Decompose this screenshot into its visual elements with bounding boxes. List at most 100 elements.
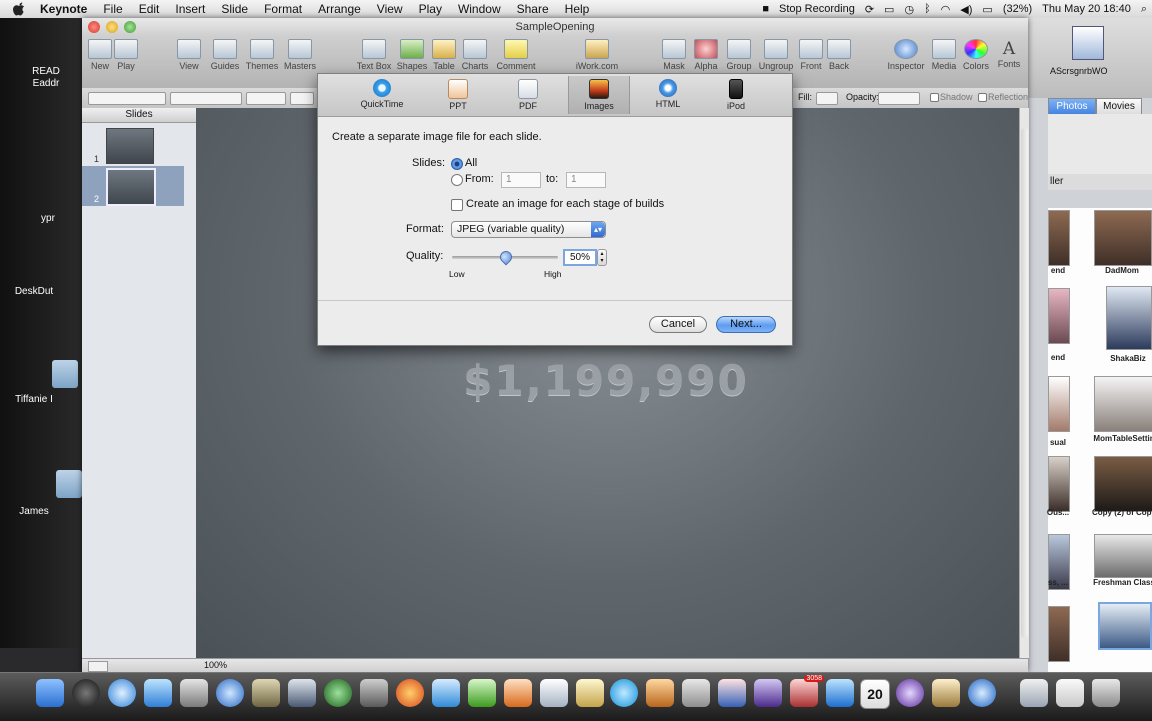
from-field[interactable]: 1 xyxy=(501,172,541,188)
toolbar-guides-button[interactable]: Guides xyxy=(208,39,242,71)
system-preferences-icon[interactable] xyxy=(360,679,388,707)
bluetooth-icon[interactable]: ᛒ xyxy=(919,3,936,15)
pages-icon[interactable] xyxy=(576,679,604,707)
tab-quicktime[interactable]: QuickTime xyxy=(352,76,412,114)
toolbar-shapes-button[interactable]: Shapes xyxy=(396,39,428,71)
photo-thumb[interactable] xyxy=(1094,456,1152,512)
vertical-scrollbar[interactable] xyxy=(1019,108,1029,658)
calendar-icon[interactable]: 20 xyxy=(860,679,890,709)
photo-thumb[interactable] xyxy=(1048,288,1070,344)
word-icon[interactable] xyxy=(432,679,460,707)
shadow-checkbox[interactable] xyxy=(930,93,939,102)
builds-checkbox[interactable] xyxy=(451,199,463,211)
clock[interactable]: Thu May 20 18:40 xyxy=(1037,3,1136,15)
text-color-well[interactable] xyxy=(290,92,314,105)
menu-play[interactable]: Play xyxy=(411,2,450,16)
menu-file[interactable]: File xyxy=(95,2,130,16)
menu-format[interactable]: Format xyxy=(256,2,310,16)
scroll-thumb[interactable] xyxy=(1021,128,1028,638)
finder-icon[interactable] xyxy=(36,679,64,707)
cancel-button[interactable]: Cancel xyxy=(649,316,707,333)
toolbar-ungroup-button[interactable]: Ungroup xyxy=(756,39,796,71)
firefox-icon[interactable] xyxy=(396,679,424,707)
iphoto-icon[interactable] xyxy=(252,679,280,707)
toolbar-table-button[interactable]: Table xyxy=(430,39,458,71)
sync-icon[interactable]: ⟳ xyxy=(860,3,879,16)
toolbar-inspector-button[interactable]: Inspector xyxy=(886,39,926,71)
reflection-checkbox[interactable] xyxy=(978,93,987,102)
tab-ppt[interactable]: PPT xyxy=(428,76,488,114)
toolbar-back-button[interactable]: Back xyxy=(826,39,852,71)
itunes-icon[interactable] xyxy=(216,679,244,707)
desktop-item-label[interactable]: James xyxy=(0,506,74,517)
font-family-popup[interactable] xyxy=(170,92,242,105)
numbers-icon[interactable] xyxy=(540,679,568,707)
toolbar-charts-button[interactable]: Charts xyxy=(460,39,490,71)
photo-thumb[interactable] xyxy=(1094,534,1152,578)
slides-all-label[interactable]: All xyxy=(465,157,477,169)
next-button[interactable]: Next... xyxy=(716,316,776,333)
ichat-icon[interactable] xyxy=(144,679,172,707)
downloads-stack-icon[interactable] xyxy=(1020,679,1048,707)
safari-icon[interactable] xyxy=(108,679,136,707)
toolbar-media-button[interactable]: Media xyxy=(930,39,958,71)
battery-percent[interactable]: (32%) xyxy=(998,3,1037,15)
tab-ipod[interactable]: iPod xyxy=(706,76,766,114)
photo-thumb[interactable] xyxy=(1094,210,1152,266)
menu-insert[interactable]: Insert xyxy=(167,2,213,16)
toolbar-front-button[interactable]: Front xyxy=(798,39,824,71)
apple-menu-icon[interactable] xyxy=(12,2,26,16)
quality-field[interactable]: 50% xyxy=(563,249,597,266)
toolbar-play-button[interactable]: Play xyxy=(112,39,140,71)
display-icon[interactable]: ▭ xyxy=(879,3,899,16)
app-icon[interactable] xyxy=(754,679,782,707)
fill-color-well[interactable] xyxy=(816,92,838,105)
toolbar-iwork-button[interactable]: iWork.com xyxy=(574,39,620,71)
toolbar-colors-button[interactable]: Colors xyxy=(960,39,992,71)
zoom-window-icon[interactable] xyxy=(124,21,136,33)
slide-price-text[interactable]: $1,199,990 xyxy=(436,356,776,405)
record-icon[interactable]: ■ xyxy=(757,3,774,15)
menu-app-keynote[interactable]: Keynote xyxy=(32,2,95,16)
stop-recording-label[interactable]: Stop Recording xyxy=(774,3,860,15)
desktop-item-label[interactable]: Eaddr xyxy=(6,78,86,89)
toolbar-mask-button[interactable]: Mask xyxy=(660,39,688,71)
toolbar-masters-button[interactable]: Masters xyxy=(282,39,318,71)
volume-icon[interactable]: ◀) xyxy=(955,3,977,16)
menu-edit[interactable]: Edit xyxy=(131,2,168,16)
desktop-item-label[interactable]: DeskDut xyxy=(0,286,74,297)
photo-thumb[interactable] xyxy=(1048,210,1070,266)
quality-slider-knob[interactable] xyxy=(497,248,515,266)
zoom-level[interactable]: 100% xyxy=(204,660,227,670)
powerpoint-icon[interactable] xyxy=(504,679,532,707)
toolbar-themes-button[interactable]: Themes xyxy=(244,39,280,71)
quicktime-dock-icon[interactable] xyxy=(968,679,996,707)
trash-icon[interactable] xyxy=(1092,679,1120,707)
view-mode-popup[interactable] xyxy=(88,661,108,672)
dashboard-icon[interactable] xyxy=(72,679,100,707)
menu-help[interactable]: Help xyxy=(557,2,598,16)
minimize-window-icon[interactable] xyxy=(106,21,118,33)
slide-thumbnail[interactable] xyxy=(106,128,154,164)
itunes-alt-icon[interactable] xyxy=(896,679,924,707)
excel-icon[interactable] xyxy=(468,679,496,707)
mail-icon[interactable] xyxy=(180,679,208,707)
toolbar-view-button[interactable]: View xyxy=(174,39,204,71)
app-store-icon[interactable]: 3058 xyxy=(790,675,824,707)
slide-thumbnail-selected[interactable] xyxy=(106,168,156,206)
grapher-icon[interactable] xyxy=(718,679,746,707)
photo-thumb[interactable] xyxy=(1106,286,1152,350)
preview-icon[interactable] xyxy=(932,679,960,707)
desktop-item-label[interactable]: Tiffanie I xyxy=(0,394,74,405)
stickies-icon[interactable] xyxy=(826,679,854,707)
toolbar-textbox-button[interactable]: Text Box xyxy=(354,39,394,71)
from-label[interactable]: From: xyxy=(465,173,494,185)
desktop-item-label[interactable]: READ xyxy=(6,66,86,77)
time-machine-icon[interactable]: ◷ xyxy=(899,3,919,16)
time-machine-icon[interactable] xyxy=(324,679,352,707)
menu-view[interactable]: View xyxy=(369,2,411,16)
photo-thumb[interactable] xyxy=(1094,376,1152,432)
slides-from-radio[interactable] xyxy=(451,174,463,186)
document-icon[interactable] xyxy=(1072,26,1104,60)
menu-share[interactable]: Share xyxy=(509,2,557,16)
